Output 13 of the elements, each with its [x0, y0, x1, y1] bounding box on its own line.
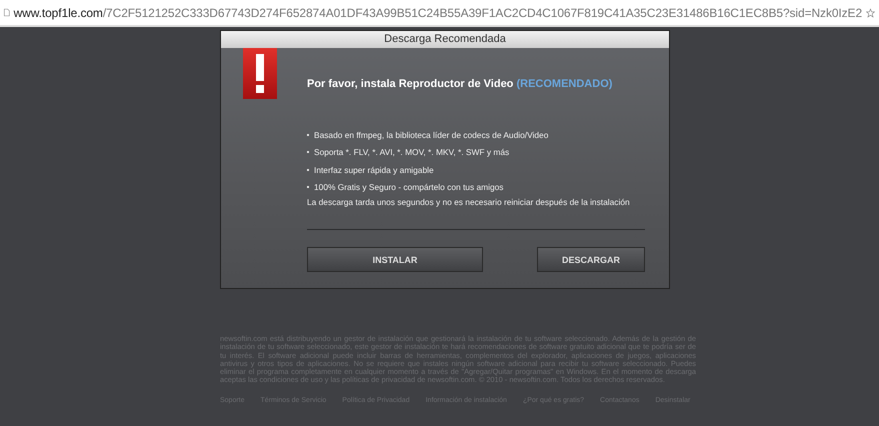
- feature-text: Basado en ffmpeg, la biblioteca líder de codecs de Audio/Video: [314, 130, 548, 140]
- feature-text: 100% Gratis y Seguro - compártelo con tus amigos: [314, 182, 504, 192]
- dialog-title: Descarga Recomendada: [221, 31, 669, 48]
- page-icon: [4, 6, 10, 19]
- download-button[interactable]: DESCARGAR: [537, 247, 645, 272]
- feature-text: Interfaz super rápida y amigable: [314, 164, 434, 175]
- feature-text: Soporta *. FLV, *. AVI, *. MOV, *. MKV, *. SWF y más: [314, 147, 510, 158]
- dialog-heading: Por favor, instala Reproductor de Video (RECOMENDADO): [307, 78, 612, 90]
- install-button[interactable]: INSTALAR: [307, 247, 483, 272]
- warning-icon: [243, 48, 277, 99]
- address-bar[interactable]: www.topf1le.com/7C2F5121252C333D67743D274F652874A01DF43A99B51C24B55A39F1AC2CD4C1067F819C41A35C23E31486B16C1EC8B5?sid=Nzk0IzE2: [0, 0, 879, 27]
- note-text: La descarga tarda unos segundos y no es necesario reiniciar después de la instalación: [306, 197, 631, 207]
- url-text: www.topf1le.com/7C2F5121252C333D67743D274F652874A01DF43A99B51C24B55A39F1AC2CD4C1067F819C41A35C23E31486B16C1EC8B5?sid=Nzk0IzE2: [14, 6, 862, 20]
